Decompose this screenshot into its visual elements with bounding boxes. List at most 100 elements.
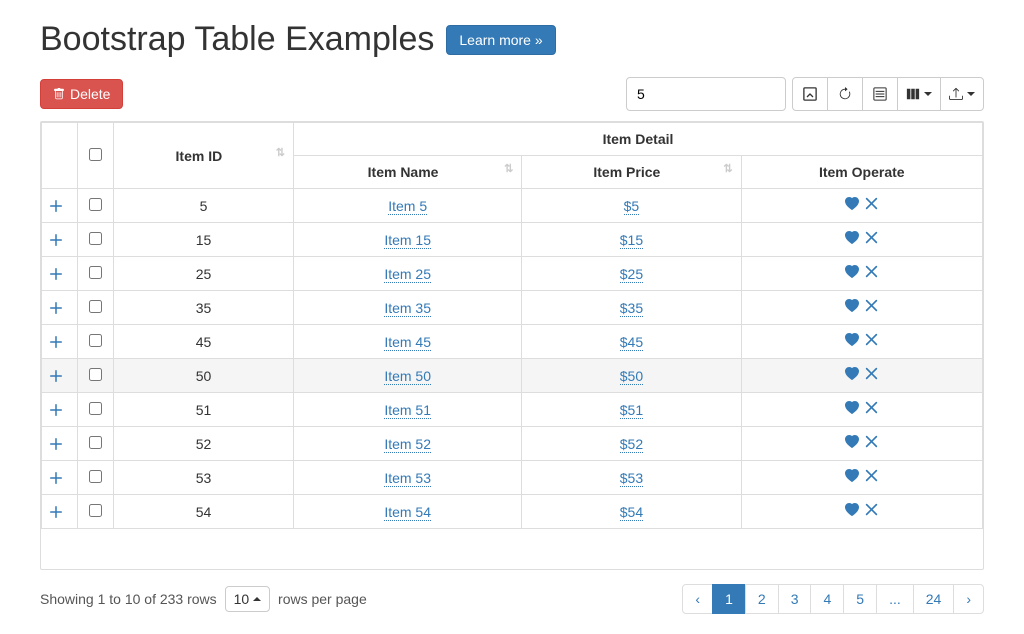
row-checkbox[interactable] xyxy=(89,368,102,381)
like-button[interactable] xyxy=(845,299,859,313)
cell-item-name-link[interactable]: Item 5 xyxy=(388,198,427,215)
cell-item-price-link[interactable]: $25 xyxy=(620,266,643,283)
cell-item-name-link[interactable]: Item 53 xyxy=(384,470,431,487)
select-all-header[interactable] xyxy=(78,123,114,189)
cell-item-name-link[interactable]: Item 15 xyxy=(384,232,431,249)
page-link[interactable]: › xyxy=(954,585,983,613)
page-item[interactable]: 24 xyxy=(913,584,955,614)
page-item[interactable]: 3 xyxy=(778,584,812,614)
like-button[interactable] xyxy=(845,197,859,211)
page-item[interactable]: 1 xyxy=(712,584,746,614)
remove-button[interactable] xyxy=(865,469,878,483)
remove-button[interactable] xyxy=(865,435,878,449)
page-link[interactable]: ... xyxy=(877,585,913,613)
delete-button[interactable]: Delete xyxy=(40,79,123,109)
cell-item-price-link[interactable]: $45 xyxy=(620,334,643,351)
remove-button[interactable] xyxy=(865,231,878,245)
col-item-name[interactable]: Item Name⇅ xyxy=(294,156,522,189)
row-checkbox[interactable] xyxy=(89,232,102,245)
expand-row-button[interactable] xyxy=(42,257,78,291)
remove-button[interactable] xyxy=(865,197,878,211)
row-checkbox[interactable] xyxy=(89,300,102,313)
page-item[interactable]: › xyxy=(953,584,984,614)
like-button[interactable] xyxy=(845,231,859,245)
expand-row-button[interactable] xyxy=(42,427,78,461)
cell-item-name-link[interactable]: Item 51 xyxy=(384,402,431,419)
row-checkbox[interactable] xyxy=(89,470,102,483)
page-item[interactable]: ... xyxy=(876,584,914,614)
remove-button[interactable] xyxy=(865,333,878,347)
cell-item-price-link[interactable]: $5 xyxy=(624,198,640,215)
remove-button[interactable] xyxy=(865,367,878,381)
cell-item-id: 50 xyxy=(114,359,294,393)
row-checkbox[interactable] xyxy=(89,334,102,347)
expand-row-button[interactable] xyxy=(42,189,78,223)
cell-item-name-link[interactable]: Item 54 xyxy=(384,504,431,521)
cell-item-name-link[interactable]: Item 45 xyxy=(384,334,431,351)
like-button[interactable] xyxy=(845,469,859,483)
page-link[interactable]: 5 xyxy=(844,585,876,613)
col-item-id[interactable]: Item ID⇅ xyxy=(114,123,294,189)
caret-up-icon xyxy=(253,597,261,601)
like-button[interactable] xyxy=(845,435,859,449)
cell-item-price-link[interactable]: $50 xyxy=(620,368,643,385)
like-button[interactable] xyxy=(845,503,859,517)
page-item[interactable]: ‹ xyxy=(682,584,713,614)
row-checkbox[interactable] xyxy=(89,266,102,279)
page-item[interactable]: 2 xyxy=(745,584,779,614)
expand-row-button[interactable] xyxy=(42,325,78,359)
cell-item-price-link[interactable]: $35 xyxy=(620,300,643,317)
sort-icon: ⇅ xyxy=(276,148,285,159)
close-icon xyxy=(865,435,878,448)
like-button[interactable] xyxy=(845,333,859,347)
like-button[interactable] xyxy=(845,367,859,381)
like-button[interactable] xyxy=(845,265,859,279)
cell-item-price-link[interactable]: $51 xyxy=(620,402,643,419)
page-link[interactable]: 4 xyxy=(811,585,843,613)
cell-item-id: 45 xyxy=(114,325,294,359)
page-item[interactable]: 5 xyxy=(843,584,877,614)
export-button[interactable] xyxy=(940,77,984,111)
remove-button[interactable] xyxy=(865,265,878,279)
page-link[interactable]: 1 xyxy=(713,585,745,613)
page-link[interactable]: 3 xyxy=(779,585,811,613)
remove-button[interactable] xyxy=(865,503,878,517)
page-size-dropdown[interactable]: 10 xyxy=(225,586,271,612)
page-link[interactable]: 24 xyxy=(914,585,954,613)
columns-button[interactable] xyxy=(897,77,941,111)
expand-row-button[interactable] xyxy=(42,291,78,325)
expand-row-button[interactable] xyxy=(42,223,78,257)
select-all-checkbox[interactable] xyxy=(89,148,102,161)
remove-button[interactable] xyxy=(865,401,878,415)
page-link[interactable]: ‹ xyxy=(683,585,712,613)
col-item-price[interactable]: Item Price⇅ xyxy=(522,156,741,189)
row-checkbox[interactable] xyxy=(89,504,102,517)
learn-more-button[interactable]: Learn more » xyxy=(446,25,555,55)
row-checkbox[interactable] xyxy=(89,402,102,415)
cell-item-price-link[interactable]: $52 xyxy=(620,436,643,453)
page-item[interactable]: 4 xyxy=(810,584,844,614)
row-checkbox[interactable] xyxy=(89,198,102,211)
like-button[interactable] xyxy=(845,401,859,415)
row-checkbox[interactable] xyxy=(89,436,102,449)
cell-item-price-link[interactable]: $15 xyxy=(620,232,643,249)
cell-item-price-link[interactable]: $54 xyxy=(620,504,643,521)
refresh-button[interactable] xyxy=(827,77,863,111)
cell-item-price-link[interactable]: $53 xyxy=(620,470,643,487)
search-input[interactable] xyxy=(626,77,786,111)
col-group-item-detail: Item Detail xyxy=(294,123,983,156)
delete-button-label: Delete xyxy=(70,86,110,102)
cell-item-name-link[interactable]: Item 25 xyxy=(384,266,431,283)
remove-button[interactable] xyxy=(865,299,878,313)
cell-item-name-link[interactable]: Item 35 xyxy=(384,300,431,317)
heart-icon xyxy=(845,299,859,313)
expand-row-button[interactable] xyxy=(42,359,78,393)
pagination-toggle-button[interactable] xyxy=(792,77,828,111)
page-link[interactable]: 2 xyxy=(746,585,778,613)
expand-row-button[interactable] xyxy=(42,461,78,495)
expand-row-button[interactable] xyxy=(42,495,78,529)
toggle-view-button[interactable] xyxy=(862,77,898,111)
cell-item-name-link[interactable]: Item 50 xyxy=(384,368,431,385)
expand-row-button[interactable] xyxy=(42,393,78,427)
cell-item-name-link[interactable]: Item 52 xyxy=(384,436,431,453)
